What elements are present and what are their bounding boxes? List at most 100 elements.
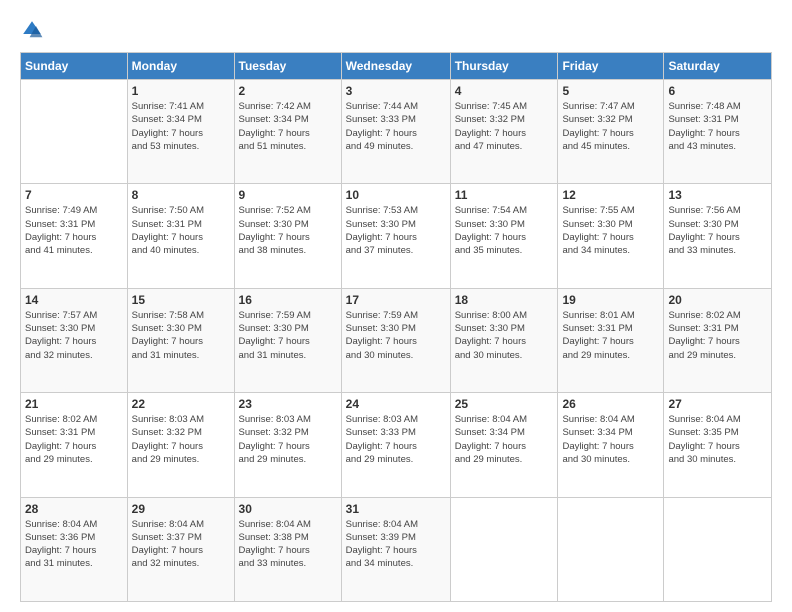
day-number: 15 (132, 293, 230, 307)
day-info: Sunrise: 7:50 AM Sunset: 3:31 PM Dayligh… (132, 204, 230, 257)
day-info: Sunrise: 8:03 AM Sunset: 3:32 PM Dayligh… (239, 413, 337, 466)
page: SundayMondayTuesdayWednesdayThursdayFrid… (0, 0, 792, 612)
calendar-cell: 3 Sunrise: 7:44 AM Sunset: 3:33 PM Daylig… (341, 80, 450, 184)
day-number: 26 (562, 397, 659, 411)
week-row-2: 14 Sunrise: 7:57 AM Sunset: 3:30 PM Dayli… (21, 288, 772, 392)
logo-icon (20, 18, 44, 42)
day-number: 9 (239, 188, 337, 202)
day-info: Sunrise: 7:42 AM Sunset: 3:34 PM Dayligh… (239, 100, 337, 153)
day-number: 14 (25, 293, 123, 307)
day-number: 18 (455, 293, 554, 307)
calendar-cell: 9Sunrise: 7:52 AM Sunset: 3:30 PM Daylig… (234, 184, 341, 288)
day-number: 31 (346, 502, 446, 516)
day-number: 3 (346, 84, 446, 98)
weekday-header-wednesday: Wednesday (341, 53, 450, 80)
day-info: Sunrise: 7:41 AM Sunset: 3:34 PM Dayligh… (132, 100, 230, 153)
calendar-cell: 26 Sunrise: 8:04 AM Sunset: 3:34 PM Dayli… (558, 393, 664, 497)
week-row-1: 7 Sunrise: 7:49 AM Sunset: 3:31 PM Daylig… (21, 184, 772, 288)
day-info: Sunrise: 7:48 AM Sunset: 3:31 PM Dayligh… (668, 100, 767, 153)
day-info: Sunrise: 8:00 AM Sunset: 3:30 PM Dayligh… (455, 309, 554, 362)
day-number: 28 (25, 502, 123, 516)
day-info: Sunrise: 8:03 AM Sunset: 3:33 PM Dayligh… (346, 413, 446, 466)
calendar-cell: 12 Sunrise: 7:55 AM Sunset: 3:30 PM Dayli… (558, 184, 664, 288)
week-row-0: 1 Sunrise: 7:41 AM Sunset: 3:34 PM Daylig… (21, 80, 772, 184)
day-info: Sunrise: 8:04 AM Sunset: 3:36 PM Dayligh… (25, 518, 123, 571)
calendar-cell: 23 Sunrise: 8:03 AM Sunset: 3:32 PM Dayli… (234, 393, 341, 497)
day-number: 2 (239, 84, 337, 98)
day-number: 12 (562, 188, 659, 202)
day-info: Sunrise: 8:04 AM Sunset: 3:37 PM Dayligh… (132, 518, 230, 571)
calendar-cell: 1 Sunrise: 7:41 AM Sunset: 3:34 PM Daylig… (127, 80, 234, 184)
calendar-cell: 25 Sunrise: 8:04 AM Sunset: 3:34 PM Dayli… (450, 393, 558, 497)
day-number: 16 (239, 293, 337, 307)
day-info: Sunrise: 7:49 AM Sunset: 3:31 PM Dayligh… (25, 204, 123, 257)
calendar-cell: 22 Sunrise: 8:03 AM Sunset: 3:32 PM Dayli… (127, 393, 234, 497)
day-info: Sunrise: 7:55 AM Sunset: 3:30 PM Dayligh… (562, 204, 659, 257)
day-info: Sunrise: 7:44 AM Sunset: 3:33 PM Dayligh… (346, 100, 446, 153)
day-info: Sunrise: 7:59 AM Sunset: 3:30 PM Dayligh… (346, 309, 446, 362)
calendar-cell: 2 Sunrise: 7:42 AM Sunset: 3:34 PM Daylig… (234, 80, 341, 184)
day-info: Sunrise: 7:56 AM Sunset: 3:30 PM Dayligh… (668, 204, 767, 257)
day-number: 29 (132, 502, 230, 516)
day-number: 7 (25, 188, 123, 202)
calendar-cell: 6 Sunrise: 7:48 AM Sunset: 3:31 PM Daylig… (664, 80, 772, 184)
day-number: 10 (346, 188, 446, 202)
weekday-header-thursday: Thursday (450, 53, 558, 80)
day-info: Sunrise: 7:57 AM Sunset: 3:30 PM Dayligh… (25, 309, 123, 362)
calendar-cell: 13 Sunrise: 7:56 AM Sunset: 3:30 PM Dayli… (664, 184, 772, 288)
calendar-cell: 18 Sunrise: 8:00 AM Sunset: 3:30 PM Dayli… (450, 288, 558, 392)
day-info: Sunrise: 8:04 AM Sunset: 3:34 PM Dayligh… (562, 413, 659, 466)
calendar-cell: 11 Sunrise: 7:54 AM Sunset: 3:30 PM Dayli… (450, 184, 558, 288)
day-number: 1 (132, 84, 230, 98)
calendar-cell: 19Sunrise: 8:01 AM Sunset: 3:31 PM Dayli… (558, 288, 664, 392)
day-info: Sunrise: 7:45 AM Sunset: 3:32 PM Dayligh… (455, 100, 554, 153)
header (20, 18, 772, 42)
calendar-cell: 8 Sunrise: 7:50 AM Sunset: 3:31 PM Daylig… (127, 184, 234, 288)
day-number: 4 (455, 84, 554, 98)
day-info: Sunrise: 7:58 AM Sunset: 3:30 PM Dayligh… (132, 309, 230, 362)
day-info: Sunrise: 7:47 AM Sunset: 3:32 PM Dayligh… (562, 100, 659, 153)
day-number: 13 (668, 188, 767, 202)
day-number: 5 (562, 84, 659, 98)
calendar-cell: 4 Sunrise: 7:45 AM Sunset: 3:32 PM Daylig… (450, 80, 558, 184)
calendar-cell: 20 Sunrise: 8:02 AM Sunset: 3:31 PM Dayli… (664, 288, 772, 392)
calendar-cell: 7 Sunrise: 7:49 AM Sunset: 3:31 PM Daylig… (21, 184, 128, 288)
calendar-cell: 5 Sunrise: 7:47 AM Sunset: 3:32 PM Daylig… (558, 80, 664, 184)
day-info: Sunrise: 8:02 AM Sunset: 3:31 PM Dayligh… (25, 413, 123, 466)
day-info: Sunrise: 8:02 AM Sunset: 3:31 PM Dayligh… (668, 309, 767, 362)
calendar-cell: 21 Sunrise: 8:02 AM Sunset: 3:31 PM Dayli… (21, 393, 128, 497)
weekday-header-saturday: Saturday (664, 53, 772, 80)
day-number: 27 (668, 397, 767, 411)
day-number: 30 (239, 502, 337, 516)
day-info: Sunrise: 7:59 AM Sunset: 3:30 PM Dayligh… (239, 309, 337, 362)
calendar-table: SundayMondayTuesdayWednesdayThursdayFrid… (20, 52, 772, 602)
day-info: Sunrise: 8:04 AM Sunset: 3:35 PM Dayligh… (668, 413, 767, 466)
day-number: 6 (668, 84, 767, 98)
weekday-header-sunday: Sunday (21, 53, 128, 80)
day-number: 25 (455, 397, 554, 411)
calendar-cell: 29 Sunrise: 8:04 AM Sunset: 3:37 PM Dayli… (127, 497, 234, 601)
day-number: 21 (25, 397, 123, 411)
day-number: 23 (239, 397, 337, 411)
calendar-cell: 17 Sunrise: 7:59 AM Sunset: 3:30 PM Dayli… (341, 288, 450, 392)
day-info: Sunrise: 7:54 AM Sunset: 3:30 PM Dayligh… (455, 204, 554, 257)
day-number: 22 (132, 397, 230, 411)
day-info: Sunrise: 8:03 AM Sunset: 3:32 PM Dayligh… (132, 413, 230, 466)
week-row-4: 28 Sunrise: 8:04 AM Sunset: 3:36 PM Dayli… (21, 497, 772, 601)
day-info: Sunrise: 7:53 AM Sunset: 3:30 PM Dayligh… (346, 204, 446, 257)
calendar-cell: 31Sunrise: 8:04 AM Sunset: 3:39 PM Dayli… (341, 497, 450, 601)
calendar-cell: 14 Sunrise: 7:57 AM Sunset: 3:30 PM Dayli… (21, 288, 128, 392)
weekday-header-friday: Friday (558, 53, 664, 80)
calendar-cell (21, 80, 128, 184)
day-number: 11 (455, 188, 554, 202)
day-info: Sunrise: 8:04 AM Sunset: 3:34 PM Dayligh… (455, 413, 554, 466)
calendar-cell: 16 Sunrise: 7:59 AM Sunset: 3:30 PM Dayli… (234, 288, 341, 392)
day-number: 8 (132, 188, 230, 202)
weekday-header-row: SundayMondayTuesdayWednesdayThursdayFrid… (21, 53, 772, 80)
day-number: 19 (562, 293, 659, 307)
day-number: 20 (668, 293, 767, 307)
day-number: 17 (346, 293, 446, 307)
calendar-cell: 10 Sunrise: 7:53 AM Sunset: 3:30 PM Dayli… (341, 184, 450, 288)
calendar-cell: 15 Sunrise: 7:58 AM Sunset: 3:30 PM Dayli… (127, 288, 234, 392)
calendar-cell: 28 Sunrise: 8:04 AM Sunset: 3:36 PM Dayli… (21, 497, 128, 601)
